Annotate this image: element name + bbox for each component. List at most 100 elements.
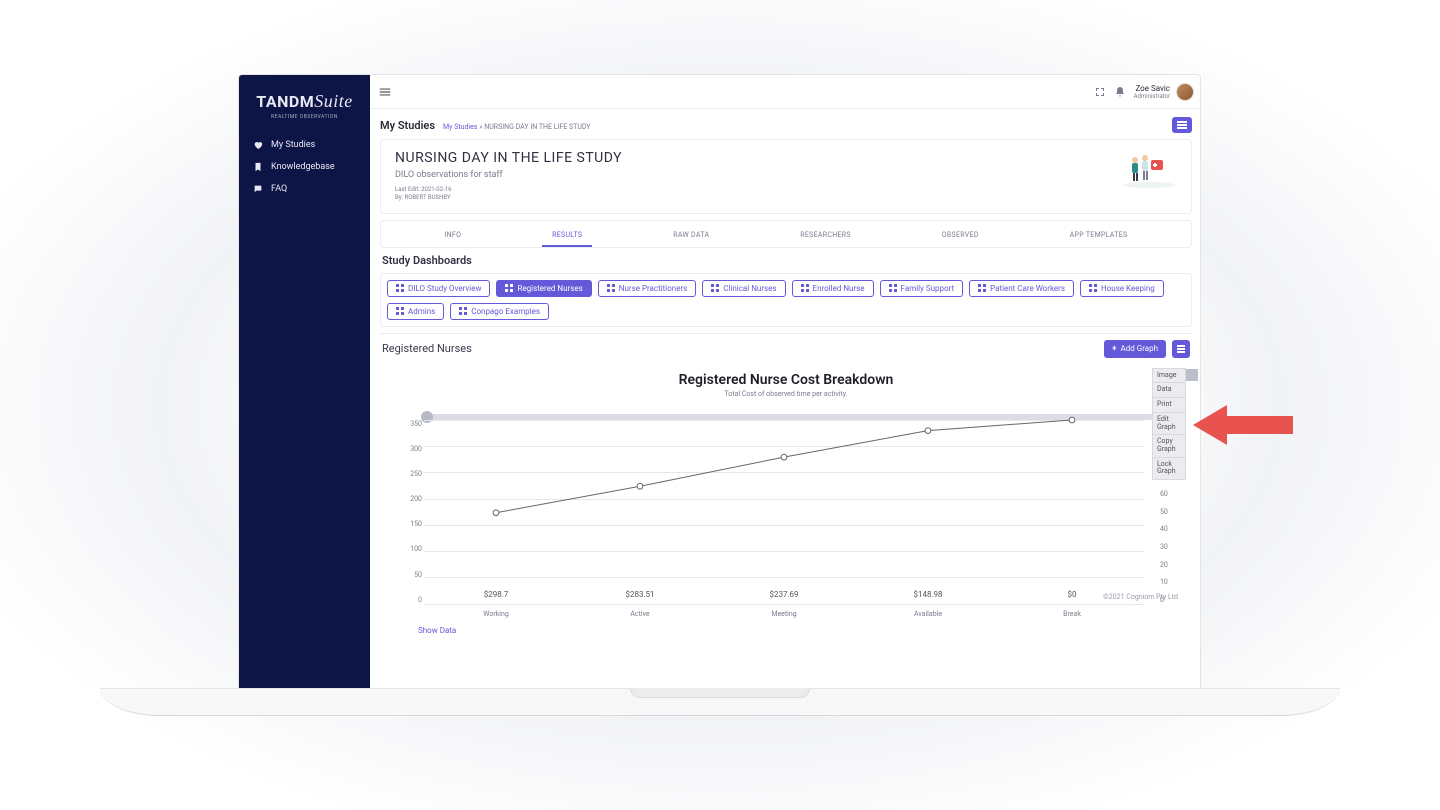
y2-tick: 10 <box>1160 578 1184 586</box>
dashboard-chip[interactable]: Nurse Practitioners <box>598 280 697 297</box>
chart-title: Registered Nurse Cost Breakdown <box>388 372 1184 388</box>
tab-info[interactable]: INFO <box>434 227 471 247</box>
graph-menu-item[interactable]: Image <box>1153 369 1185 384</box>
dashboard-chip-label: Admins <box>408 307 435 316</box>
add-graph-button[interactable]: + Add Graph <box>1104 340 1166 358</box>
sidebar-item-faq[interactable]: FAQ <box>239 178 370 200</box>
dashboard-chip[interactable]: Patient Care Workers <box>969 280 1074 297</box>
y-tick: 100 <box>398 545 422 553</box>
dashboard-chip-label: House Keeping <box>1101 284 1155 293</box>
y2-tick: 40 <box>1160 525 1184 533</box>
study-meta-edit: Last Edit: 2021-02-16 <box>395 186 622 194</box>
dashboard-chip[interactable]: Family Support <box>880 280 964 297</box>
chat-icon <box>253 184 263 194</box>
bar-category-label: Meeting <box>771 610 796 618</box>
page-title: My Studies <box>380 119 435 132</box>
brand-tagline: REALTIME OBSERVATION <box>247 114 362 120</box>
y-tick: 50 <box>398 571 422 579</box>
graph-menu-item[interactable]: Print <box>1153 398 1185 413</box>
bar-value-label: $148.98 <box>913 590 942 599</box>
graph-menu-item[interactable]: Copy Graph <box>1153 435 1185 457</box>
content: My Studies My Studies » NURSING DAY IN T… <box>370 109 1201 688</box>
grid-icon <box>711 284 719 292</box>
dashboard-chip[interactable]: Clinical Nurses <box>702 280 785 297</box>
dashboard-chip[interactable]: Conpago Examples <box>450 303 549 320</box>
grid-icon <box>1089 284 1097 292</box>
dashboard-header: Registered Nurses + Add Graph <box>380 333 1192 364</box>
grid-icon <box>396 307 404 315</box>
grid-icon <box>459 307 467 315</box>
dashboard-chip[interactable]: Registered Nurses <box>496 280 591 297</box>
dashboard-chip[interactable]: Enrolled Nurse <box>792 280 874 297</box>
dashboard-chip-label: Family Support <box>901 284 955 293</box>
dashboard-chip[interactable]: House Keeping <box>1080 280 1164 297</box>
pointer-arrow <box>1193 398 1293 452</box>
grid-icon <box>978 284 986 292</box>
menu-toggle-icon[interactable] <box>378 85 392 99</box>
tab-raw-data[interactable]: RAW DATA <box>663 227 719 247</box>
graph-menu-item[interactable]: Lock Graph <box>1153 458 1185 479</box>
bar-category-label: Active <box>630 610 649 618</box>
dashboard-chip-label: Patient Care Workers <box>990 284 1065 293</box>
sidebar: TANDMSuite REALTIME OBSERVATION My Studi… <box>239 75 370 688</box>
dashboard-chip-label: Nurse Practitioners <box>619 284 688 293</box>
dashboard-menu-button[interactable] <box>1172 340 1190 358</box>
brand-name-b: Suite <box>314 91 353 111</box>
brand-logo: TANDMSuite REALTIME OBSERVATION <box>239 83 370 134</box>
page-menu-button[interactable] <box>1172 117 1192 133</box>
grid-icon <box>607 284 615 292</box>
show-data-link[interactable]: Show Data <box>418 626 1184 635</box>
user-name: Zoe Savic <box>1134 84 1170 93</box>
tab-app-templates[interactable]: APP TEMPLATES <box>1060 227 1138 247</box>
grid-icon <box>396 284 404 292</box>
tab-results[interactable]: RESULTS <box>542 227 592 247</box>
y-tick: 350 <box>398 420 422 428</box>
topbar: Zoe Savic Administrator <box>370 75 1201 109</box>
tab-observed[interactable]: OBSERVED <box>932 227 989 247</box>
breadcrumb-link[interactable]: My Studies <box>443 123 477 131</box>
tab-researchers[interactable]: RESEARCHERS <box>790 227 861 247</box>
y-axis: 350300250200150100500 <box>398 420 422 604</box>
sidebar-item-knowledgebase[interactable]: Knowledgebase <box>239 156 370 178</box>
heart-icon <box>253 140 263 150</box>
breadcrumb-sep: » <box>479 123 482 131</box>
app-window: TANDMSuite REALTIME OBSERVATION My Studi… <box>238 74 1201 688</box>
tabs: INFO RESULTS RAW DATA RESEARCHERS OBSERV… <box>380 220 1192 248</box>
graph-options-toggle[interactable] <box>1186 369 1198 381</box>
graph-options-menu: ImageDataPrintEdit GraphCopy GraphLock G… <box>1152 368 1186 480</box>
add-graph-label: Add Graph <box>1121 344 1158 353</box>
bell-icon[interactable] <box>1114 86 1126 98</box>
grid-icon <box>505 284 513 292</box>
graph-menu-item[interactable]: Data <box>1153 383 1185 398</box>
y2-tick: 60 <box>1160 490 1184 498</box>
chart-subtitle: Total Cost of observed time per activity… <box>388 390 1184 398</box>
sidebar-item-label: My Studies <box>271 140 315 150</box>
dashboard-chip-label: Conpago Examples <box>471 307 540 316</box>
fullscreen-icon[interactable] <box>1094 86 1106 98</box>
gridline <box>424 604 1144 605</box>
dashboard-chip-list: DILO Study Overview Registered Nurses Nurs… <box>380 273 1192 327</box>
y-tick: 200 <box>398 495 422 503</box>
brand-name-a: TANDM <box>256 92 314 111</box>
dashboard-title: Registered Nurses <box>382 342 472 355</box>
dashboard-chip[interactable]: DILO Study Overview <box>387 280 490 297</box>
breadcrumb-current: NURSING DAY IN THE LIFE STUDY <box>484 123 590 131</box>
study-title: NURSING DAY IN THE LIFE STUDY <box>395 150 622 166</box>
avatar <box>1176 83 1194 101</box>
plus-icon: + <box>1112 344 1116 353</box>
dashboard-chip[interactable]: Admins <box>387 303 444 320</box>
bar-category-label: Break <box>1063 610 1081 618</box>
dashboard-chip-label: DILO Study Overview <box>408 284 481 293</box>
bar-category-label: Available <box>914 610 942 618</box>
bookmark-icon <box>253 162 263 172</box>
bar-value-label: $283.51 <box>625 590 654 599</box>
chart-plot: 350300250200150100500 100908070605040302… <box>424 406 1158 622</box>
main-column: Zoe Savic Administrator My Studies My St… <box>370 75 1201 688</box>
user-menu[interactable]: Zoe Savic Administrator <box>1134 83 1194 101</box>
graph-menu-item[interactable]: Edit Graph <box>1153 413 1185 435</box>
y-tick: 250 <box>398 470 422 478</box>
sidebar-item-my-studies[interactable]: My Studies <box>239 134 370 156</box>
laptop-notch <box>630 688 810 698</box>
sidebar-item-label: FAQ <box>271 184 287 194</box>
y-tick: 300 <box>398 445 422 453</box>
